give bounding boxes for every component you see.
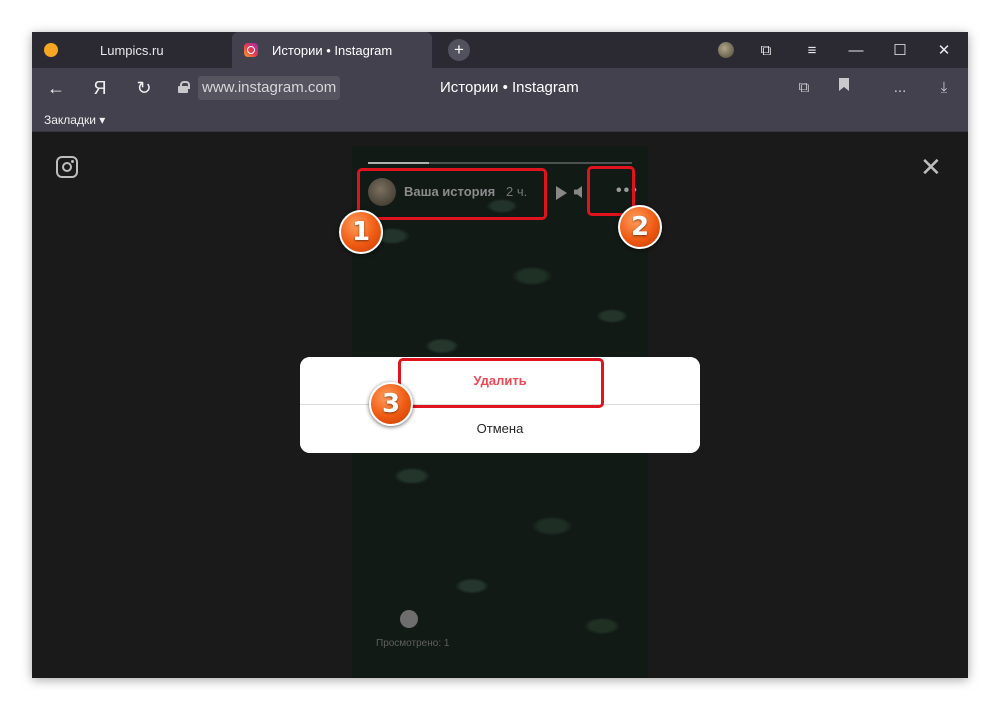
tab-lumpics[interactable]: Lumpics.ru: [32, 32, 232, 68]
bookmarks-menu[interactable]: Закладки ▾: [44, 113, 105, 127]
step-badge-1: 1: [339, 210, 383, 254]
instagram-favicon-icon: [244, 43, 258, 57]
tab-bar: Lumpics.ru Истории • Instagram + ⧉ ≡ — ☐…: [32, 32, 968, 68]
url-field[interactable]: www.instagram.com: [198, 76, 341, 100]
close-window-button[interactable]: ✕: [926, 32, 962, 68]
tab-label: Lumpics.ru: [100, 42, 164, 58]
download-icon[interactable]: ⤓: [932, 76, 956, 100]
bookmarks-bar: Закладки ▾: [32, 108, 968, 132]
back-button[interactable]: ←: [44, 76, 68, 100]
bookmark-icon[interactable]: [832, 76, 856, 100]
more-options-button[interactable]: ...: [888, 76, 912, 100]
minimize-button[interactable]: —: [838, 32, 874, 68]
step-badge-2: 2: [618, 205, 662, 249]
avatar: [718, 42, 734, 58]
highlight-box-story-header: [357, 168, 547, 220]
story-viewer: ✕ Ваша история 2 ч. ••• Просмотрено: 1 У…: [32, 132, 968, 678]
browser-window: Lumpics.ru Истории • Instagram + ⧉ ≡ — ☐…: [32, 32, 968, 678]
bookmark-shape: [839, 78, 849, 91]
page-title: Истории • Instagram: [440, 79, 579, 96]
reload-button[interactable]: ↻: [132, 76, 156, 100]
new-tab-button[interactable]: +: [448, 39, 470, 61]
collections-icon[interactable]: ⧉: [748, 32, 784, 68]
lock-icon: [178, 81, 190, 93]
step-badge-3: 3: [369, 382, 413, 426]
copy-icon[interactable]: ⧉: [792, 76, 816, 100]
maximize-button[interactable]: ☐: [882, 32, 918, 68]
tab-instagram[interactable]: Истории • Instagram: [232, 32, 432, 68]
highlight-box-delete: [398, 358, 604, 408]
tab-label: Истории • Instagram: [272, 42, 393, 58]
cancel-button[interactable]: Отмена: [300, 405, 700, 453]
lumpics-favicon-icon: [44, 43, 58, 57]
menu-icon[interactable]: ≡: [794, 32, 830, 68]
yandex-button[interactable]: Я: [88, 76, 112, 100]
address-bar: ← Я ↻ www.instagram.com Истории • Instag…: [32, 68, 968, 108]
profile-avatar-button[interactable]: [708, 32, 744, 68]
